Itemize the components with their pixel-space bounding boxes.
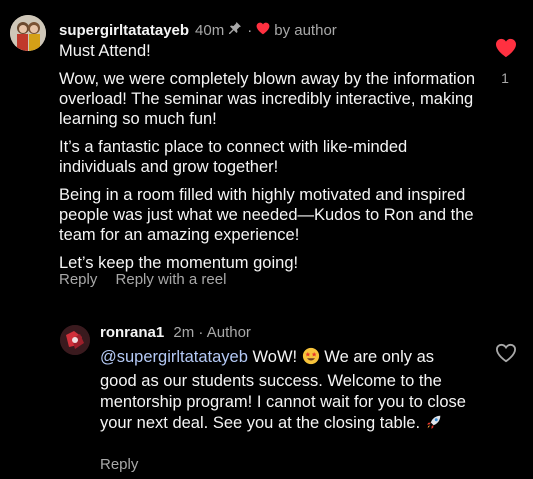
separator-dot: · [198, 324, 204, 341]
comment-username[interactable]: supergirltatatayeb [59, 22, 189, 40]
reply-header: ronrana1 2m · Author [100, 324, 251, 341]
avatar-image [60, 325, 90, 355]
reply-button[interactable]: Reply [59, 271, 97, 288]
avatar-image [10, 15, 46, 51]
reply-avatar[interactable] [60, 325, 90, 355]
comment-actions: Reply Reply with a reel [59, 271, 240, 288]
reply-button[interactable]: Reply [100, 456, 138, 473]
comment-paragraph: Let’s keep the momentum going! [59, 254, 299, 272]
comment: supergirltatatayeb 40m · by author Must … [0, 0, 533, 300]
reply-body: @supergirltatatayeb WoW! We are only as … [100, 347, 470, 437]
comment-paragraph: Must Attend! [59, 42, 151, 60]
like-button[interactable] [495, 38, 517, 63]
comment-body: Must Attend! Wow, we were completely blo… [59, 41, 479, 281]
star-struck-emoji [302, 347, 320, 371]
reply-username[interactable]: ronrana1 [100, 324, 164, 341]
comment-paragraph: Being in a room filled with highly motiv… [59, 186, 474, 244]
like-count[interactable]: 1 [495, 70, 515, 86]
comment-paragraph: Wow, we were completely blown away by th… [59, 70, 476, 128]
comment-paragraph: It’s a fantastic place to connect with l… [59, 138, 408, 176]
author-badge: Author [206, 324, 251, 341]
pin-icon [228, 21, 242, 40]
heart-icon [256, 22, 270, 40]
mention-link[interactable]: @supergirltatatayeb [100, 348, 248, 366]
reply-time: 2m [173, 324, 195, 341]
comment-time: 40m [195, 21, 225, 39]
avatar[interactable] [10, 15, 46, 51]
liked-by-author-text: by author [274, 21, 337, 39]
separator-dot: · [247, 21, 253, 39]
rocket-emoji [425, 413, 443, 437]
reply-like-button[interactable] [495, 343, 517, 363]
reply-text-part: WoW! [247, 348, 302, 366]
heart-filled-icon [496, 38, 516, 58]
heart-outline-icon [495, 343, 517, 363]
reply-actions: Reply [100, 456, 138, 473]
comment-header: supergirltatatayeb 40m · by author [59, 21, 337, 40]
reply-with-reel-button[interactable]: Reply with a reel [116, 271, 227, 288]
